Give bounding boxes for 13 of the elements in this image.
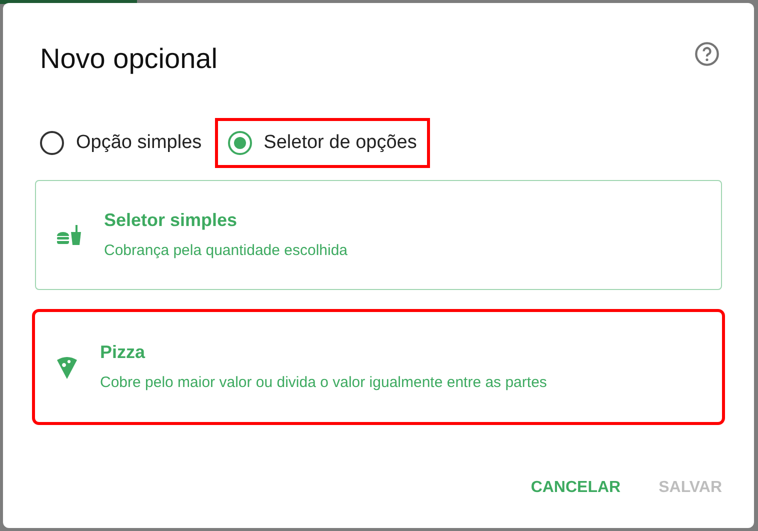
radio-option[interactable]: Opção simples	[35, 118, 215, 168]
help-icon[interactable]	[694, 41, 720, 67]
option-description: Cobre pelo maior valor ou divida o valor igualmente entre as partes	[100, 373, 547, 394]
option-card[interactable]: Pizza Cobre pelo maior valor ou divida o valor igualmente entre as partes	[35, 312, 722, 422]
pizza-slice-icon	[56, 354, 78, 380]
dialog-title: Novo opcional	[40, 42, 218, 76]
option-card[interactable]: Seletor simples Cobrança pela quantidade escolhida	[35, 180, 722, 290]
option-title: Pizza	[100, 341, 146, 364]
dialog-button[interactable]: CANCELAR	[530, 476, 621, 500]
option-title: Seletor simples	[104, 209, 238, 232]
burger-drink-icon	[56, 224, 82, 246]
option-description: Cobrança pela quantidade escolhida	[104, 241, 348, 262]
radio-option[interactable]: Seletor de opções	[214, 118, 430, 168]
